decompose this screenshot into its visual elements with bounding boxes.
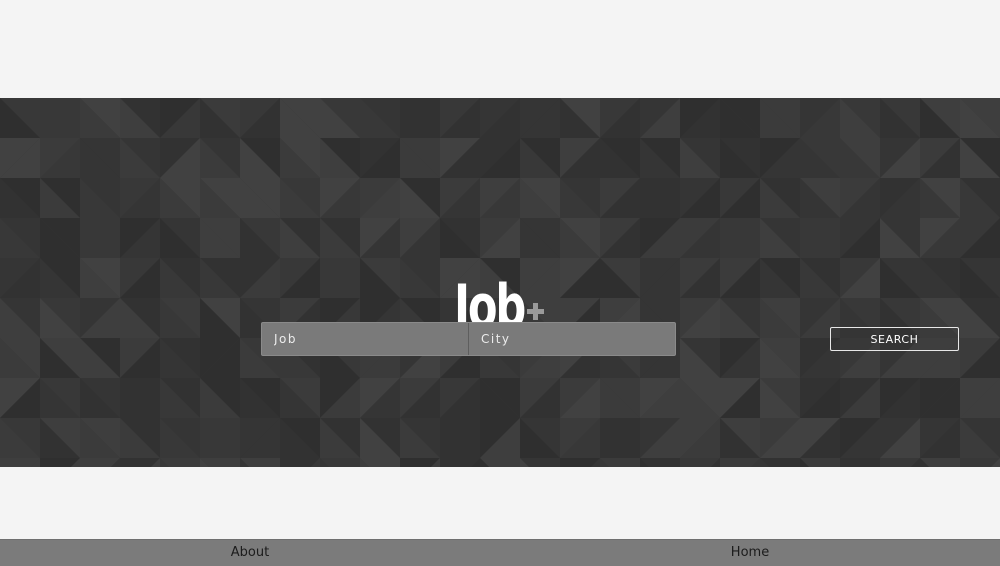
hero-banner: Job SEARCH [0, 98, 1000, 467]
search-button[interactable]: SEARCH [830, 327, 959, 351]
city-search-input[interactable] [469, 323, 675, 355]
footer-link-home[interactable]: Home [731, 545, 769, 561]
footer-link-about[interactable]: About [231, 545, 269, 561]
plus-icon [527, 303, 544, 320]
footer-nav: About Home [0, 539, 1000, 566]
job-search-input[interactable] [262, 323, 469, 355]
search-bar [261, 322, 676, 356]
